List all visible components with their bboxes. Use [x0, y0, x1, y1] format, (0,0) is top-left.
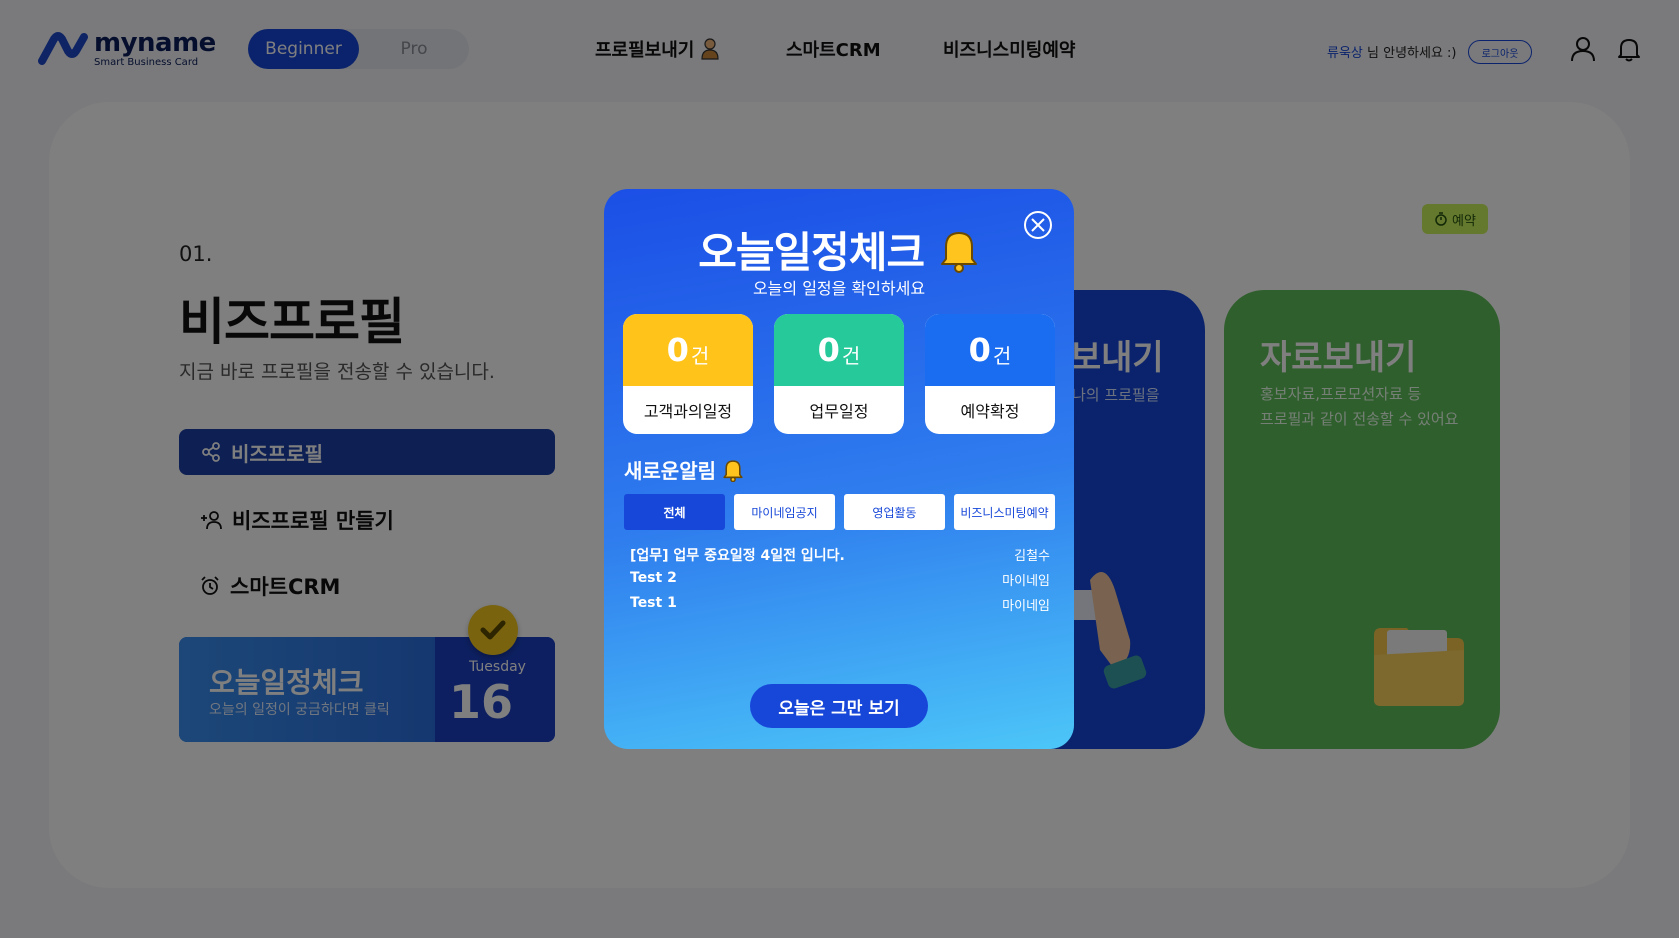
stat-reservation-confirmed[interactable]: 0건 예약확정 — [925, 314, 1055, 434]
filter-sales-activity[interactable]: 영업활동 — [844, 494, 945, 530]
news-item[interactable]: [업무] 업무 중요일정 4일전 입니다. 김철수 — [630, 545, 1050, 567]
stat-work-unit: 건 — [841, 343, 861, 368]
news-item-text: Test 2 — [630, 570, 677, 586]
filter-meeting-reservation[interactable]: 비즈니스미팅예약 — [954, 494, 1055, 530]
modal-subtitle: 오늘의 일정을 확인하세요 — [752, 279, 926, 298]
stat-customer-count: 0 — [666, 331, 689, 369]
news-item-author: 김철수 — [1014, 549, 1050, 564]
stat-reservation-unit: 건 — [992, 343, 1012, 368]
stat-work-top: 0건 — [774, 314, 904, 386]
modal-title-wrap: 오늘일정체크 — [604, 219, 1074, 280]
filter-all[interactable]: 전체 — [624, 494, 725, 530]
stat-customer-label: 고객과의일정 — [643, 402, 733, 421]
stat-reservation-label: 예약확정 — [960, 402, 1020, 421]
news-item-text: [업무] 업무 중요일정 4일전 입니다. — [630, 548, 845, 564]
stat-customer-unit: 건 — [690, 343, 710, 368]
news-item-author: 마이네임 — [1002, 574, 1050, 589]
close-icon[interactable] — [1023, 210, 1053, 240]
news-item[interactable]: Test 2 마이네임 — [630, 570, 1050, 592]
modal-title: 오늘일정체크 — [698, 228, 925, 277]
stat-work-schedule[interactable]: 0건 업무일정 — [774, 314, 904, 434]
bell-small-icon — [723, 459, 743, 482]
news-item-text: Test 1 — [630, 595, 677, 611]
bell-icon — [940, 232, 977, 273]
news-title-wrap: 새로운알림 — [624, 455, 744, 484]
close-today-button[interactable]: 오늘은 그만 보기 — [750, 684, 928, 728]
news-item-author: 마이네임 — [1002, 599, 1050, 614]
stat-work-label: 업무일정 — [809, 402, 869, 421]
stat-customer-top: 0건 — [623, 314, 753, 386]
stat-work-count: 0 — [817, 331, 840, 369]
page: myname Smart Business Card Beginner Pro … — [0, 0, 1679, 938]
stat-customer-schedule[interactable]: 0건 고객과의일정 — [623, 314, 753, 434]
filter-myname-notice[interactable]: 마이네임공지 — [734, 494, 835, 530]
stat-reservation-top: 0건 — [925, 314, 1055, 386]
today-schedule-modal: 오늘일정체크 오늘의 일정을 확인하세요 0건 고객과의일정 0건 업무일정 0… — [604, 189, 1074, 749]
news-title: 새로운알림 — [624, 459, 716, 483]
stat-reservation-count: 0 — [968, 331, 991, 369]
news-item[interactable]: Test 1 마이네임 — [630, 595, 1050, 617]
